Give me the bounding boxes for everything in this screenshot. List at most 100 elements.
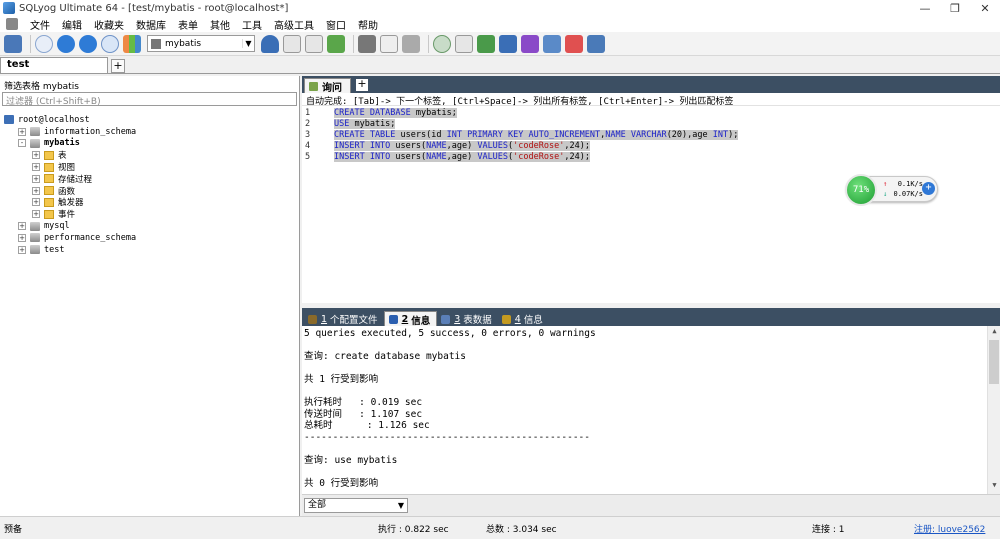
message-line: 共 1 行受到影响 (304, 374, 379, 385)
network-monitor-widget[interactable]: 71% ↑ 0.1K/s ↓ 0.07K/s + (845, 174, 938, 206)
backup-icon[interactable] (327, 34, 345, 53)
download-speed: ↓ 0.07K/s (883, 190, 923, 198)
message-line (304, 340, 596, 352)
message-line: 总耗时 : 1.126 sec (304, 420, 430, 431)
scroll-thumb[interactable] (989, 340, 999, 384)
sync-icon[interactable] (433, 34, 451, 53)
system-menu-icon[interactable] (6, 18, 18, 30)
tree-item[interactable]: + 视图 (0, 161, 299, 173)
tab-result-4[interactable]: 4 信息 (498, 311, 549, 326)
tree-item-label: mysql (44, 221, 70, 232)
tree-item[interactable]: - mybatis (0, 138, 299, 150)
table-designer-icon[interactable] (358, 34, 376, 53)
tab-connection-test[interactable]: test (0, 57, 108, 73)
tree-item[interactable]: + test (0, 244, 299, 256)
visual-data-icon[interactable] (587, 34, 605, 53)
tree-item-label: 函数 (58, 186, 76, 197)
chevron-down-icon: ▼ (242, 39, 254, 48)
plus-icon[interactable]: + (922, 182, 935, 195)
messages-panel[interactable]: 5 queries executed, 5 success, 0 errors,… (302, 326, 1000, 494)
line-number: 2 (305, 119, 311, 129)
scheduler-icon[interactable] (499, 34, 517, 53)
status-ready: 预备 (4, 525, 23, 535)
tree-item[interactable]: + 事件 (0, 208, 299, 220)
message-line: 共 0 行受到影响 (304, 477, 379, 489)
expand-icon[interactable]: + (32, 186, 40, 195)
selected-text: INSERT INTO users(NAME,age) VALUES('code… (334, 152, 590, 162)
status-total-time: 总数 : 3.034 sec (486, 525, 557, 535)
minimize-button[interactable]: — (910, 0, 940, 16)
export-icon[interactable] (305, 34, 323, 53)
toolbar-separator (428, 34, 429, 53)
menu-other[interactable]: 其他 (204, 17, 236, 32)
menu-favorites[interactable]: 收藏夹 (88, 17, 130, 32)
tree-item[interactable]: + performance_schema (0, 232, 299, 244)
menu-window[interactable]: 窗口 (320, 17, 352, 32)
tree-item[interactable]: + 表 (0, 149, 299, 161)
menu-table[interactable]: 表单 (172, 17, 204, 32)
messages-text: 5 queries executed, 5 success, 0 errors,… (304, 328, 596, 489)
database-icon (151, 38, 161, 49)
schema-icon[interactable] (123, 34, 141, 53)
grid-icon[interactable] (380, 34, 398, 53)
data-sync-icon[interactable] (477, 34, 495, 53)
expand-icon[interactable]: + (32, 151, 40, 160)
result-tab-icon (501, 314, 511, 324)
expand-icon[interactable]: + (32, 163, 40, 172)
menu-help[interactable]: 帮助 (352, 17, 384, 32)
query-builder-icon[interactable] (402, 34, 420, 53)
tab-result-3[interactable]: 3 表数据 (437, 311, 498, 326)
scroll-down-icon[interactable]: ▼ (988, 481, 1000, 493)
new-query-icon[interactable] (35, 34, 53, 53)
add-connection-tab-button[interactable]: + (111, 59, 125, 73)
selected-text: CREATE DATABASE mybatis; (334, 108, 457, 118)
tree-item[interactable]: + information_schema (0, 126, 299, 138)
register-link[interactable]: 注册: luove2562 (914, 522, 985, 535)
expand-icon[interactable]: + (18, 222, 26, 231)
restore-button[interactable]: ❐ (940, 0, 970, 16)
tree-item[interactable]: + 存储过程 (0, 173, 299, 185)
expand-icon[interactable]: + (32, 198, 40, 207)
refresh-icon[interactable] (101, 34, 119, 53)
schema-sync-icon[interactable] (455, 34, 473, 53)
report-icon[interactable] (543, 34, 561, 53)
menu-database[interactable]: 数据库 (130, 17, 172, 32)
execute-icon[interactable] (57, 34, 75, 53)
expand-icon[interactable]: + (32, 174, 40, 183)
code-line: USE mybatis; (334, 119, 738, 130)
scroll-up-icon[interactable]: ▲ (988, 327, 1000, 339)
filter-input[interactable]: 过滤器 (Ctrl+Shift+B) (2, 92, 297, 107)
new-connection-icon[interactable] (4, 34, 22, 53)
tree-item[interactable]: + 函数 (0, 185, 299, 197)
tree-item[interactable]: + 触发器 (0, 197, 299, 208)
menu-advanced-tools[interactable]: 高级工具 (268, 17, 320, 32)
tab-result-1[interactable]: 1 个配置文件 (304, 311, 384, 326)
collapse-icon[interactable]: - (18, 139, 26, 148)
editor-code[interactable]: CREATE DATABASE mybatis; USE mybatis; CREA… (334, 108, 739, 163)
tab-result-2[interactable]: 2 信息 (383, 311, 438, 327)
user-manager-icon[interactable] (261, 34, 279, 53)
sql-editor[interactable]: 12345 CREATE DATABASE mybatis; USE mybati… (302, 106, 1000, 303)
tree-item[interactable]: + mysql (0, 220, 299, 232)
menu-file[interactable]: 文件 (24, 17, 56, 32)
tab-query[interactable]: 询问 (304, 78, 351, 94)
expand-icon[interactable]: + (32, 210, 40, 219)
notification-icon[interactable] (521, 34, 539, 53)
expand-icon[interactable]: + (18, 245, 26, 254)
result-tab-label: 表数据 (463, 315, 492, 326)
expand-icon[interactable]: + (18, 127, 26, 136)
database-select[interactable]: mybatis ▼ (147, 35, 255, 52)
profiler-icon[interactable] (565, 34, 583, 53)
message-filter-value: 全部 (308, 500, 327, 510)
menu-tools[interactable]: 工具 (236, 17, 268, 32)
menu-edit[interactable]: 编辑 (56, 17, 88, 32)
execute-all-icon[interactable] (79, 34, 97, 53)
tree-item[interactable]: root@localhost (0, 114, 299, 126)
code-token: ); (728, 130, 739, 140)
close-button[interactable]: ✕ (970, 0, 1000, 16)
message-filter-select[interactable]: 全部 ▼ (304, 498, 408, 513)
import-icon[interactable] (283, 34, 301, 53)
expand-icon[interactable]: + (18, 233, 26, 242)
add-query-tab-button[interactable]: + (356, 78, 368, 91)
messages-scrollbar[interactable]: ▲ ▼ (987, 326, 1000, 494)
